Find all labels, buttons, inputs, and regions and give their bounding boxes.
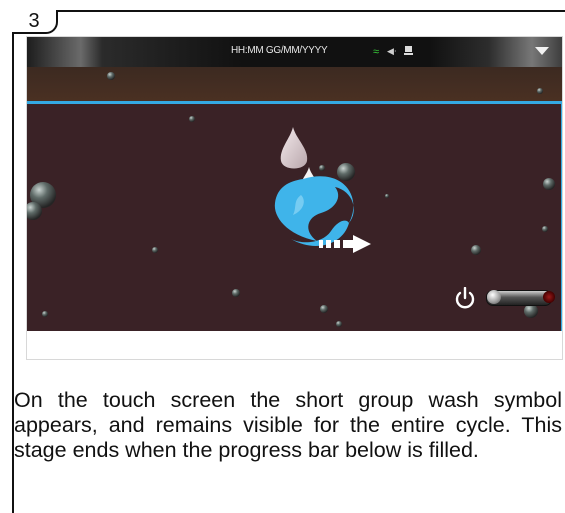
cup-icon xyxy=(404,46,413,55)
instruction-caption: On the touch screen the short group wash… xyxy=(14,388,562,462)
status-led xyxy=(543,291,555,303)
step-number-badge: 3 xyxy=(12,10,58,34)
power-icon[interactable] xyxy=(455,287,475,309)
power-toggle[interactable] xyxy=(486,290,555,306)
chevron-down-icon[interactable] xyxy=(534,45,550,57)
wifi-icon: ≈ xyxy=(373,46,380,58)
toggle-knob[interactable] xyxy=(487,290,501,304)
touch-screen: HH:MM GG/MM/YYYY ≈ ◀⋅ xyxy=(26,36,563,360)
arrow-right-icon xyxy=(319,235,371,253)
clock-text: HH:MM GG/MM/YYYY xyxy=(231,45,328,56)
status-bar: HH:MM GG/MM/YYYY ≈ ◀⋅ xyxy=(27,37,562,67)
background-upper-area xyxy=(27,67,562,101)
speaker-icon: ◀⋅ xyxy=(387,46,397,56)
